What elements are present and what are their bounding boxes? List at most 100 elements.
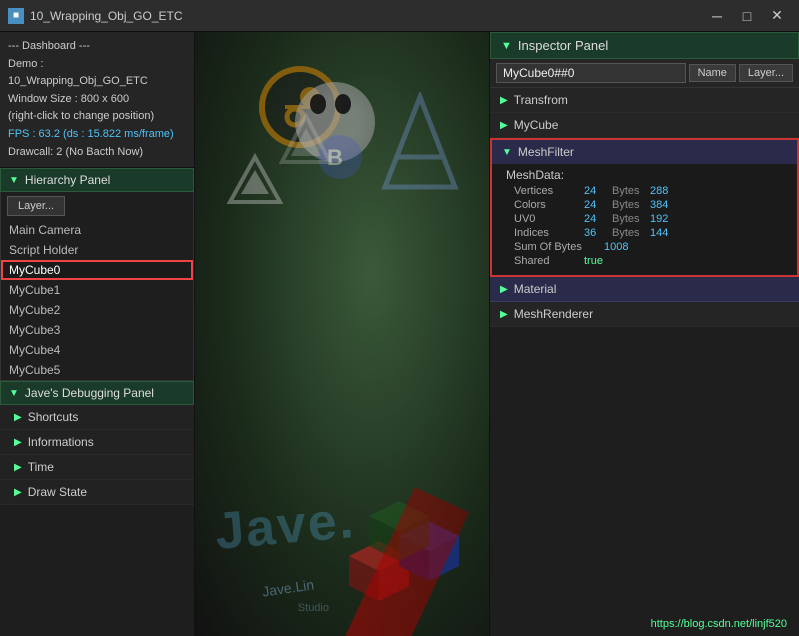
draw-state-expand-icon: ▶ xyxy=(14,487,22,498)
mesh-row-indices: Indices 36 Bytes 144 xyxy=(506,227,789,239)
meshrenderer-section: ▶ MeshRenderer xyxy=(490,302,799,327)
indices-val: 144 xyxy=(650,227,668,239)
shortcuts-label: Shortcuts xyxy=(28,410,79,424)
name-button[interactable]: Name xyxy=(689,64,736,82)
hierarchy-item-mycube0[interactable]: MyCube0 xyxy=(1,260,193,280)
debug-shortcuts[interactable]: ▶ Shortcuts xyxy=(0,405,194,430)
material-label: Material xyxy=(514,282,557,296)
draw-state-label: Draw State xyxy=(28,485,87,499)
transform-header[interactable]: ▶ Transfrom xyxy=(490,88,799,112)
object-name-input[interactable] xyxy=(496,63,686,83)
hierarchy-panel-title: Hierarchy Panel xyxy=(25,173,110,187)
uv0-num: 24 xyxy=(584,213,612,225)
window-controls: ─ □ ✕ xyxy=(703,5,791,27)
sum-val: 1008 xyxy=(604,241,628,253)
mesh-row-shared: Shared true xyxy=(506,255,789,267)
time-expand-icon: ▶ xyxy=(14,462,22,473)
uv0-unit: Bytes xyxy=(612,213,650,225)
vertices-num: 24 xyxy=(584,185,612,197)
main-content: --- Dashboard --- Demo : 10_Wrapping_Obj… xyxy=(0,32,799,636)
debug-panel-header[interactable]: ▼ Jave's Debugging Panel xyxy=(0,381,194,405)
hierarchy-content: Layer... Main Camera Script Holder MyCub… xyxy=(0,192,194,381)
debug-time[interactable]: ▶ Time xyxy=(0,455,194,480)
hierarchy-item-mycube1[interactable]: MyCube1 xyxy=(1,280,193,300)
sum-label: Sum Of Bytes xyxy=(514,241,604,253)
dashboard-right-click: (right-click to change position) xyxy=(8,108,186,126)
hierarchy-item-mycube4[interactable]: MyCube4 xyxy=(1,340,193,360)
maximize-button[interactable]: □ xyxy=(733,5,761,27)
titlebar: ■ 10_Wrapping_Obj_GO_ETC ─ □ ✕ xyxy=(0,0,799,32)
indices-num: 36 xyxy=(584,227,612,239)
minimize-button[interactable]: ─ xyxy=(703,5,731,27)
dashboard-header: --- Dashboard --- xyxy=(8,38,186,56)
debug-draw-state[interactable]: ▶ Draw State xyxy=(0,480,194,505)
layer-button-inspector[interactable]: Layer... xyxy=(739,64,793,82)
material-header[interactable]: ▶ Material xyxy=(490,277,799,301)
shared-label: Shared xyxy=(514,255,584,267)
meshrenderer-header[interactable]: ▶ MeshRenderer xyxy=(490,302,799,326)
meshfilter-collapse-icon: ▼ xyxy=(502,147,512,158)
uv0-val: 192 xyxy=(650,213,668,225)
debug-panel: ▼ Jave's Debugging Panel ▶ Shortcuts ▶ I… xyxy=(0,381,194,636)
hierarchy-panel: ▼ Hierarchy Panel Layer... Main Camera S… xyxy=(0,168,194,381)
colors-val: 384 xyxy=(650,199,668,211)
hierarchy-item-mycube5[interactable]: MyCube5 xyxy=(1,360,193,380)
informations-label: Informations xyxy=(28,435,94,449)
dashboard: --- Dashboard --- Demo : 10_Wrapping_Obj… xyxy=(0,32,194,168)
indices-label: Indices xyxy=(514,227,584,239)
inspector-panel: ▼ Inspector Panel Name Layer... ▶ Transf… xyxy=(489,32,799,636)
mesh-row-vertices: Vertices 24 Bytes 288 xyxy=(506,185,789,197)
informations-expand-icon: ▶ xyxy=(14,437,22,448)
debug-panel-title: Jave's Debugging Panel xyxy=(25,386,154,400)
debug-collapse-icon: ▼ xyxy=(9,388,19,399)
left-panel: --- Dashboard --- Demo : 10_Wrapping_Obj… xyxy=(0,32,195,636)
hierarchy-item-mycube3[interactable]: MyCube3 xyxy=(1,320,193,340)
inspector-name-row: Name Layer... xyxy=(490,59,799,88)
mycube-section: ▶ MyCube xyxy=(490,113,799,138)
meshfilter-content: MeshData: Vertices 24 Bytes 288 Colors 2… xyxy=(492,164,797,275)
colors-label: Colors xyxy=(514,199,584,211)
time-label: Time xyxy=(28,460,54,474)
uv0-label: UV0 xyxy=(514,213,584,225)
material-expand-icon: ▶ xyxy=(500,284,508,295)
viewport[interactable]: B Jave. xyxy=(195,32,489,636)
inspector-collapse-icon: ▼ xyxy=(501,40,512,52)
vertices-val: 288 xyxy=(650,185,668,197)
mesh-data-title: MeshData: xyxy=(506,168,789,182)
hierarchy-list: Main Camera Script Holder MyCube0 MyCube… xyxy=(1,220,193,380)
meshfilter-label: MeshFilter xyxy=(518,145,574,159)
hierarchy-item-main-camera[interactable]: Main Camera xyxy=(1,220,193,240)
transform-expand-icon: ▶ xyxy=(500,95,508,106)
vertices-label: Vertices xyxy=(514,185,584,197)
dashboard-fps: FPS : 63.2 (ds : 15.822 ms/frame) xyxy=(8,126,186,144)
mycube-label: MyCube xyxy=(514,118,559,132)
dashboard-demo: Demo : 10_Wrapping_Obj_GO_ETC xyxy=(8,56,186,91)
hierarchy-panel-header[interactable]: ▼ Hierarchy Panel xyxy=(0,168,194,192)
hierarchy-item-mycube2[interactable]: MyCube2 xyxy=(1,300,193,320)
transform-section: ▶ Transfrom xyxy=(490,88,799,113)
mycube-expand-icon: ▶ xyxy=(500,120,508,131)
shared-val: true xyxy=(584,255,603,267)
meshrenderer-label: MeshRenderer xyxy=(514,307,593,321)
app-icon: ■ xyxy=(8,8,24,24)
transform-label: Transfrom xyxy=(514,93,568,107)
layer-button[interactable]: Layer... xyxy=(7,196,65,216)
window-title: 10_Wrapping_Obj_GO_ETC xyxy=(30,9,703,23)
inspector-title: Inspector Panel xyxy=(518,38,608,53)
material-section: ▶ Material xyxy=(490,277,799,302)
hierarchy-collapse-icon: ▼ xyxy=(9,175,19,186)
colors-num: 24 xyxy=(584,199,612,211)
meshfilter-header[interactable]: ▼ MeshFilter xyxy=(492,140,797,164)
debug-informations[interactable]: ▶ Informations xyxy=(0,430,194,455)
mesh-row-colors: Colors 24 Bytes 384 xyxy=(506,199,789,211)
mycube-header[interactable]: ▶ MyCube xyxy=(490,113,799,137)
shortcuts-expand-icon: ▶ xyxy=(14,412,22,423)
close-button[interactable]: ✕ xyxy=(763,5,791,27)
inspector-header: ▼ Inspector Panel xyxy=(490,32,799,59)
meshrenderer-expand-icon: ▶ xyxy=(500,309,508,320)
dashboard-drawcall: Drawcall: 2 (No Bacth Now) xyxy=(8,144,186,162)
mesh-row-uv0: UV0 24 Bytes 192 xyxy=(506,213,789,225)
viewport-scene: B Jave. xyxy=(195,32,489,636)
mesh-row-sum: Sum Of Bytes 1008 xyxy=(506,241,789,253)
hierarchy-item-script-holder[interactable]: Script Holder xyxy=(1,240,193,260)
